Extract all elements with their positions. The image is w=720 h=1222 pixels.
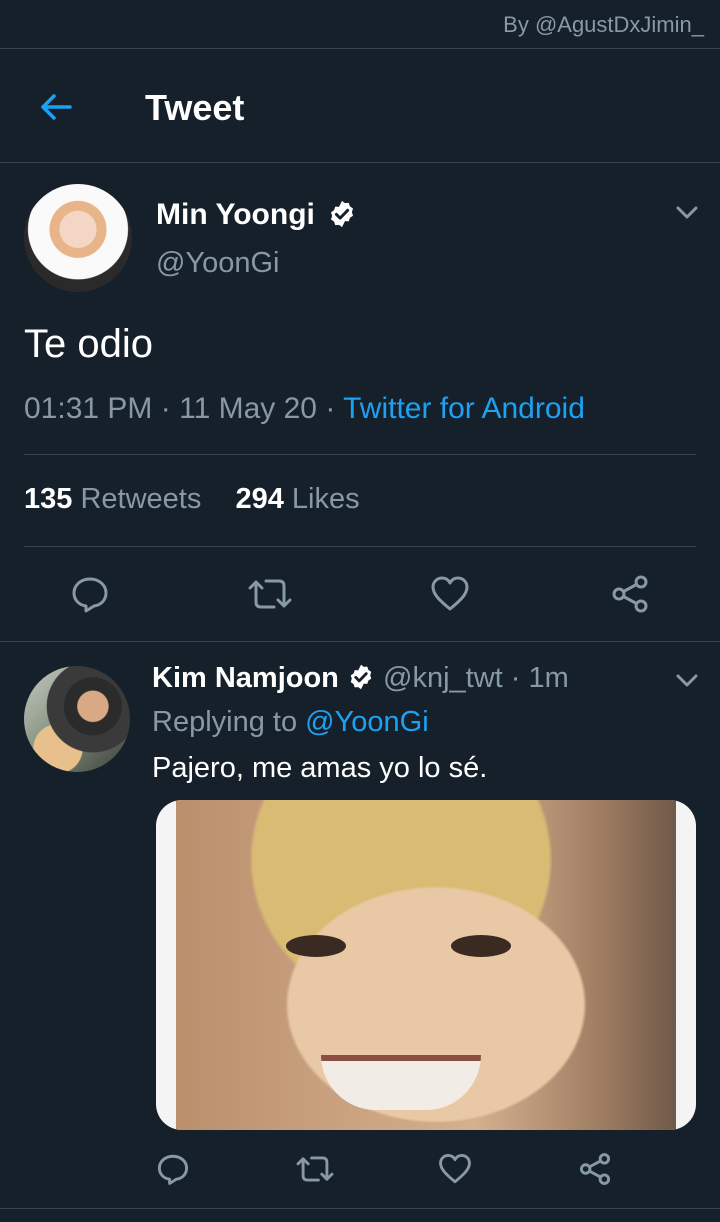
like-icon[interactable]: [438, 1152, 472, 1186]
media-detail: [286, 935, 346, 957]
reply-text: Pajero, me amas yo lo sé.: [152, 752, 488, 784]
author-name-line[interactable]: Min Yoongi: [156, 198, 357, 232]
divider: [0, 641, 720, 642]
back-button[interactable]: [36, 87, 76, 127]
likes-label: Likes: [291, 483, 360, 515]
like-icon[interactable]: [430, 574, 470, 614]
reply-icon[interactable]: [70, 574, 110, 614]
meta-separator: ·: [510, 662, 521, 694]
share-icon[interactable]: [610, 574, 650, 614]
reply-media-image[interactable]: [156, 800, 696, 1130]
divider: [24, 454, 696, 455]
author-avatar[interactable]: [24, 184, 132, 292]
tweet-date: 11 May 20: [179, 392, 317, 425]
reply-author-avatar[interactable]: [24, 666, 130, 772]
retweet-icon[interactable]: [296, 1152, 334, 1186]
tweet-time: 01:31 PM: [24, 392, 153, 425]
watermark-text: By @AgustDxJimin_: [503, 12, 704, 37]
meta-separator: ·: [325, 392, 336, 425]
reply-author-name[interactable]: Kim Namjoon: [152, 662, 339, 694]
likes-stat[interactable]: 294 Likes: [235, 483, 359, 515]
reply-author-handle: @knj_twt: [383, 662, 503, 694]
verified-badge-icon: [331, 200, 354, 228]
replying-to-link[interactable]: @YoonGi: [305, 706, 429, 738]
chevron-down-icon[interactable]: [674, 670, 700, 692]
retweets-label: Retweets: [80, 483, 202, 515]
tweet-text: Te odio: [24, 322, 153, 366]
divider: [0, 1208, 720, 1209]
media-photo: [176, 800, 676, 1130]
retweet-icon[interactable]: [248, 574, 292, 614]
author-name: Min Yoongi: [156, 198, 315, 231]
author-handle: @YoonGi: [156, 247, 280, 279]
verified-badge-icon: [350, 665, 372, 690]
chevron-down-icon[interactable]: [674, 202, 700, 224]
arrow-left-icon: [41, 94, 72, 120]
meta-separator: ·: [160, 392, 171, 425]
reply-icon[interactable]: [156, 1152, 190, 1186]
tweet-stats: 135 Retweets 294 Likes: [24, 483, 360, 516]
replying-to-line: Replying to @YoonGi: [152, 706, 429, 739]
media-detail: [321, 1055, 481, 1110]
replying-to-prefix: Replying to: [152, 706, 298, 738]
tweet-meta: 01:31 PM · 11 May 20 · Twitter for Andro…: [24, 392, 585, 426]
page-title: Tweet: [145, 87, 245, 128]
divider: [24, 546, 696, 547]
likes-count: 294: [235, 483, 284, 515]
reply-time-ago: 1m: [528, 662, 569, 694]
retweets-count: 135: [24, 483, 73, 515]
retweets-stat[interactable]: 135 Retweets: [24, 483, 209, 515]
reply-header: Kim Namjoon @knj_twt · 1m: [152, 662, 569, 695]
top-bar: Tweet: [0, 48, 720, 163]
share-icon[interactable]: [578, 1152, 612, 1186]
tweet-source-link[interactable]: Twitter for Android: [343, 392, 585, 425]
media-detail: [451, 935, 511, 957]
